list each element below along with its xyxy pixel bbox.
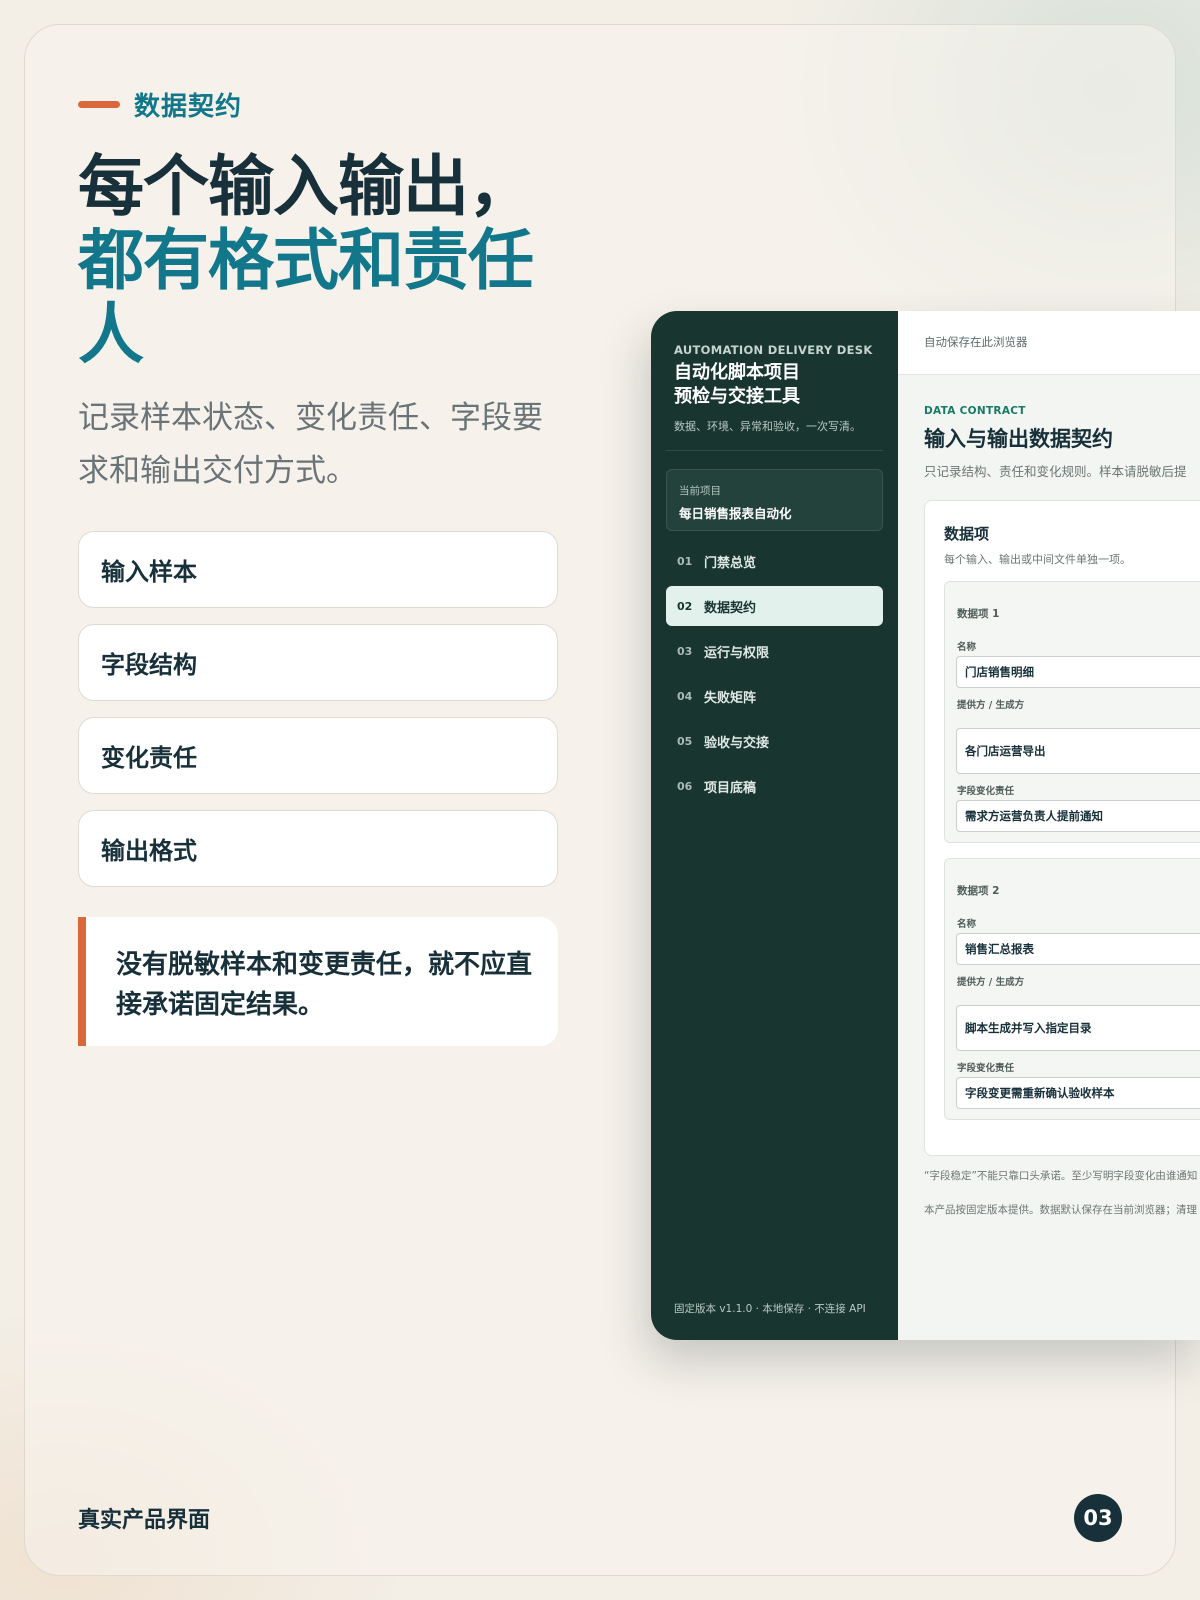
headline: 每个输入输出， 都有格式和责任人	[78, 150, 558, 372]
sidebar: AUTOMATION DELIVERY DESK 自动化脚本项目 预检与交接工具…	[651, 311, 898, 1340]
stability-note: “字段稳定”不能只靠口头承诺。至少写明字段变化由谁通知	[924, 1170, 1198, 1182]
autosave-status: 自动保存在此浏览器	[924, 335, 1028, 349]
footer-label: 真实产品界面	[78, 1508, 211, 1533]
page-number-badge: 03	[1074, 1494, 1122, 1542]
change-owner-label: 字段变化责任	[957, 1063, 1015, 1074]
name-label: 名称	[957, 642, 977, 653]
section-subtitle: 只记录结构、责任和变化规则。样本请脱敏后提	[924, 464, 1187, 479]
nav-item-failure-matrix[interactable]: 04 失败矩阵	[666, 676, 883, 716]
chip-output-format: 输出格式	[78, 810, 558, 887]
data-item-card-2: 数据项 2 名称 销售汇总报表 提供方 / 生成方 脚本生成并写入指定目录 字段…	[944, 858, 1200, 1120]
chip-change-owner: 变化责任	[78, 717, 558, 794]
eyebrow: 数据契约	[78, 86, 242, 123]
nav-item-number: 05	[677, 734, 693, 748]
sidebar-title: 自动化脚本项目 预检与交接工具	[674, 361, 800, 409]
sidebar-title-line-2: 预检与交接工具	[674, 386, 800, 407]
data-items-panel: 数据项 每个输入、输出或中间文件单独一项。 数据项 1 名称 门店销售明细 提供…	[924, 500, 1200, 1156]
section-kicker: DATA CONTRACT	[924, 405, 1026, 417]
change-owner-input[interactable]: 需求方运营负责人提前通知	[956, 800, 1200, 832]
nav-item-label: 门禁总览	[704, 555, 757, 571]
nav-item-number: 03	[677, 644, 693, 658]
current-project-label: 当前项目	[679, 485, 721, 497]
headline-line-1: 每个输入输出，	[78, 148, 534, 225]
data-item-header: 数据项 1	[957, 608, 1000, 620]
nav-item-number: 06	[677, 779, 693, 793]
callout-quote: 没有脱敏样本和变更责任，就不应直接承诺固定结果。	[78, 917, 558, 1046]
change-owner-input[interactable]: 字段变更需重新确认验收样本	[956, 1077, 1200, 1109]
name-input[interactable]: 门店销售明细	[956, 656, 1200, 688]
change-owner-label: 字段变化责任	[957, 786, 1015, 797]
sidebar-divider	[666, 450, 883, 451]
nav-item-label: 数据契约	[704, 600, 757, 616]
nav-item-acceptance-handoff[interactable]: 05 验收与交接	[666, 721, 883, 761]
sidebar-nav: 01 门禁总览 02 数据契约 03 运行与权限 04 失败矩阵 05 验收与交…	[666, 541, 883, 811]
nav-item-label: 验收与交接	[704, 735, 770, 751]
section-title: 输入与输出数据契约	[924, 427, 1113, 451]
sidebar-kicker: AUTOMATION DELIVERY DESK	[674, 343, 873, 357]
nav-item-label: 失败矩阵	[704, 690, 757, 706]
current-project-name: 每日销售报表自动化	[679, 506, 792, 521]
nav-item-label: 项目底稿	[704, 780, 757, 796]
sidebar-footer: 固定版本 v1.1.0 · 本地保存 · 不连接 API	[674, 1303, 866, 1315]
nav-item-label: 运行与权限	[704, 645, 770, 661]
provider-label: 提供方 / 生成方	[957, 700, 1025, 711]
provider-input[interactable]: 各门店运营导出	[956, 728, 1200, 774]
nav-item-number: 02	[677, 599, 693, 613]
sidebar-subtitle: 数据、环境、异常和验收，一次写清。	[674, 420, 861, 433]
nav-item-runtime-permissions[interactable]: 03 运行与权限	[666, 631, 883, 671]
nav-item-number: 01	[677, 554, 693, 568]
provider-input[interactable]: 脚本生成并写入指定目录	[956, 1005, 1200, 1051]
provider-label: 提供方 / 生成方	[957, 977, 1025, 988]
headline-line-2: 都有格式和责任人	[78, 222, 534, 373]
chip-field-structure: 字段结构	[78, 624, 558, 701]
eyebrow-dash	[78, 101, 120, 108]
panel-subtitle: 每个输入、输出或中间文件单独一项。	[944, 553, 1131, 566]
nav-item-gate-overview[interactable]: 01 门禁总览	[666, 541, 883, 581]
feature-chips: 输入样本 字段结构 变化责任 输出格式	[78, 531, 558, 903]
nav-item-data-contract[interactable]: 02 数据契约	[666, 586, 883, 626]
nav-item-project-draft[interactable]: 06 项目底稿	[666, 766, 883, 806]
data-item-header: 数据项 2	[957, 885, 1000, 897]
panel-title: 数据项	[944, 525, 990, 543]
eyebrow-label: 数据契约	[134, 92, 243, 122]
data-item-card-1: 数据项 1 名称 门店销售明细 提供方 / 生成方 各门店运营导出 字段变化责任…	[944, 581, 1200, 843]
storage-note: 本产品按固定版本提供。数据默认保存在当前浏览器；清理	[924, 1204, 1197, 1216]
current-project-card[interactable]: 当前项目 每日销售报表自动化	[666, 469, 883, 531]
nav-item-number: 04	[677, 689, 693, 703]
chip-input-sample: 输入样本	[78, 531, 558, 608]
name-label: 名称	[957, 919, 977, 930]
slide-page: 数据契约 每个输入输出， 都有格式和责任人 记录样本状态、变化责任、字段要求和输…	[0, 0, 1200, 1600]
topbar: 自动保存在此浏览器	[898, 311, 1200, 375]
app-window: AUTOMATION DELIVERY DESK 自动化脚本项目 预检与交接工具…	[651, 311, 1200, 1340]
name-input[interactable]: 销售汇总报表	[956, 933, 1200, 965]
main-content: 自动保存在此浏览器 DATA CONTRACT 输入与输出数据契约 只记录结构、…	[898, 311, 1200, 1340]
subtitle: 记录样本状态、变化责任、字段要求和输出交付方式。	[78, 400, 543, 489]
sidebar-title-line-1: 自动化脚本项目	[674, 362, 800, 383]
